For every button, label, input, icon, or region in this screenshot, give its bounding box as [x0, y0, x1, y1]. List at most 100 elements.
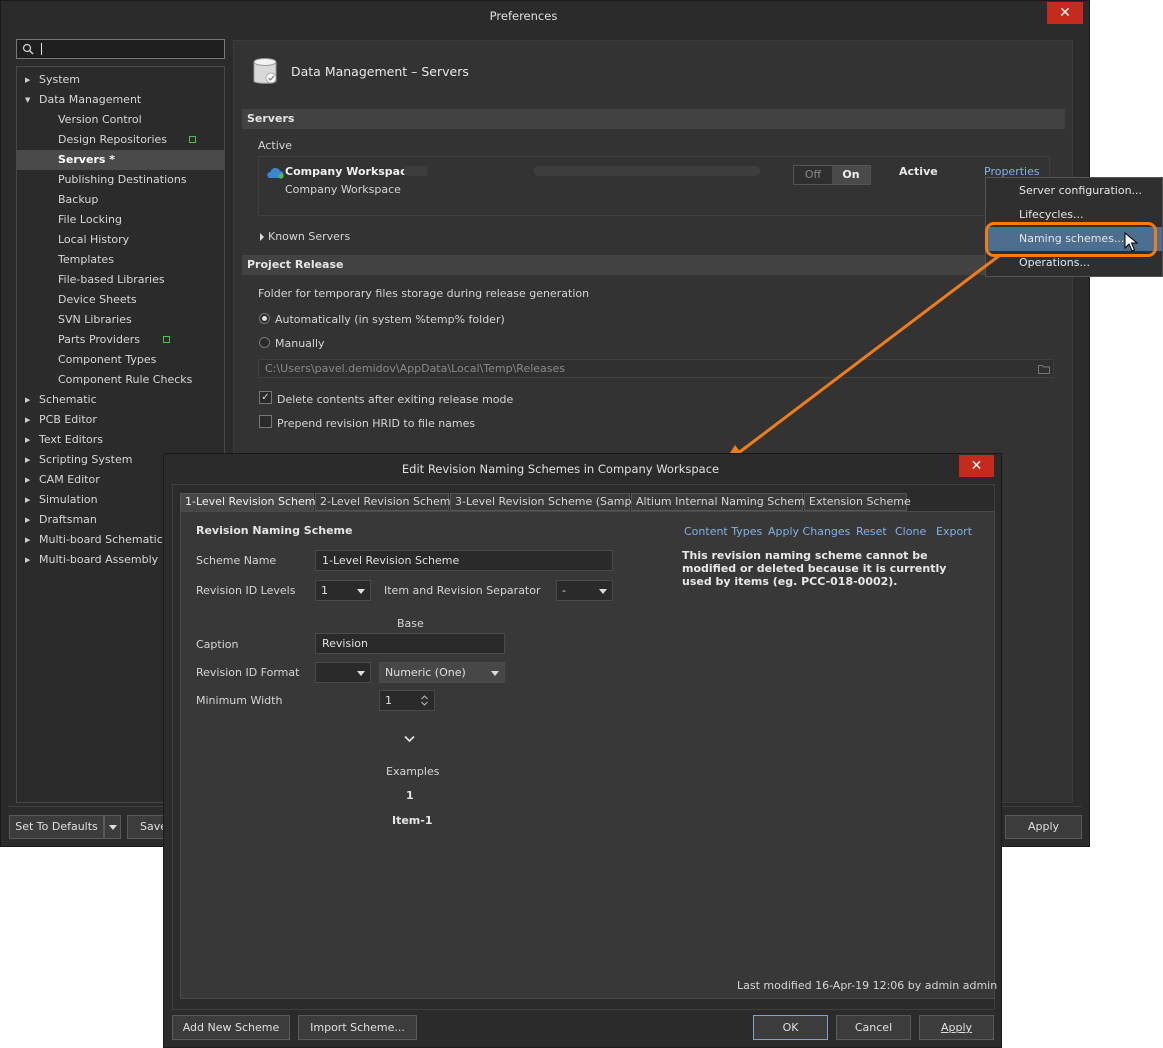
toggle-off[interactable]: Off — [794, 166, 832, 184]
tree-item-label: Design Repositories — [58, 133, 168, 146]
add-new-scheme-button[interactable]: Add New Scheme — [172, 1015, 290, 1040]
tree-item[interactable]: Templates — [17, 250, 224, 270]
tree-item[interactable]: ▶ System — [17, 70, 224, 90]
tree-item[interactable]: ▶ Schematic — [17, 390, 224, 410]
tree-item[interactable]: ▼ Data Management — [17, 90, 224, 110]
menu-item[interactable]: Server configuration... — [986, 179, 1162, 203]
collapsed-arrow-icon[interactable]: ▶ — [25, 510, 30, 530]
scheme-heading: Revision Naming Scheme — [196, 524, 353, 537]
tree-item-label: Parts Providers — [58, 333, 140, 346]
known-servers-toggle[interactable]: Known Servers — [268, 230, 350, 243]
scheme-tab[interactable]: Extension Scheme — [804, 493, 911, 511]
dialog-apply-button[interactable]: Apply — [919, 1015, 994, 1040]
connection-toggle[interactable]: Off On — [793, 165, 871, 185]
separator-value: - — [562, 584, 566, 597]
tree-item[interactable]: File Locking — [17, 210, 224, 230]
example-value-1: 1 — [406, 789, 414, 802]
tree-item-label: Scripting System — [39, 453, 133, 466]
collapsed-arrow-icon[interactable]: ▶ — [25, 430, 30, 450]
tree-item[interactable]: Publishing Destinations — [17, 170, 224, 190]
collapsed-arrow-icon[interactable]: ▶ — [25, 450, 30, 470]
format-prefix-select[interactable] — [315, 662, 371, 683]
chevron-down-icon — [357, 589, 365, 594]
collapsed-arrow-icon[interactable]: ▶ — [25, 70, 30, 90]
tree-item-label: Multi-board Assembly — [39, 553, 159, 566]
tree-item[interactable]: Servers * — [17, 150, 224, 170]
tree-item[interactable]: SVN Libraries — [17, 310, 224, 330]
tree-item[interactable]: Design Repositories — [17, 130, 224, 150]
scheme-tab[interactable]: 2-Level Revision Scheme — [315, 493, 457, 511]
mouse-cursor-icon — [1124, 232, 1138, 252]
prepend-hrid-checkbox[interactable] — [259, 415, 272, 428]
cancel-button[interactable]: Cancel — [836, 1015, 911, 1040]
cloud-icon — [267, 167, 284, 179]
delete-contents-checkbox[interactable]: ✓ — [259, 391, 272, 404]
format-select[interactable]: Numeric (One) — [379, 662, 505, 683]
preferences-apply-button[interactable]: Apply — [1005, 815, 1082, 839]
radio-manually[interactable] — [259, 337, 270, 348]
window-title: Preferences — [489, 9, 558, 23]
tree-item-label: Component Types — [58, 353, 157, 366]
set-to-defaults-button[interactable]: Set To Defaults — [9, 815, 104, 839]
tree-item[interactable]: ▶ PCB Editor — [17, 410, 224, 430]
chevron-down-icon — [491, 671, 499, 676]
content-types-link[interactable]: Content Types — [684, 525, 762, 538]
server-badge-icon — [163, 336, 170, 343]
expanded-arrow-icon[interactable]: ▼ — [25, 90, 30, 110]
scheme-tab[interactable]: 1-Level Revision Scheme — [180, 493, 322, 511]
scheme-name-input[interactable]: 1-Level Revision Scheme — [315, 550, 613, 571]
example-value-2: Item-1 — [392, 814, 433, 827]
scheme-name-label: Scheme Name — [196, 554, 277, 567]
radio-automatically[interactable] — [259, 313, 270, 324]
tree-item[interactable]: Parts Providers — [17, 330, 224, 350]
scheme-tab[interactable]: 3-Level Revision Scheme (Sample) — [450, 493, 646, 511]
search-input[interactable] — [45, 41, 215, 57]
collapsed-arrow-icon[interactable]: ▶ — [25, 550, 30, 570]
base-column-header: Base — [397, 617, 424, 630]
tree-item[interactable]: Local History — [17, 230, 224, 250]
ok-button[interactable]: OK — [753, 1015, 828, 1040]
revision-id-levels-select[interactable]: 1 — [315, 580, 371, 601]
tree-item-label: Backup — [58, 193, 99, 206]
collapsed-arrow-icon[interactable]: ▶ — [25, 410, 30, 430]
search-field[interactable] — [16, 39, 225, 59]
collapsed-arrow-icon[interactable]: ▶ — [25, 470, 30, 490]
chevron-right-icon[interactable] — [260, 233, 264, 241]
server-badge-icon — [189, 136, 197, 143]
tree-item-label: Data Management — [39, 93, 142, 106]
spinner-arrows-icon[interactable] — [420, 694, 429, 707]
radio-automatically-label: Automatically (in system %temp% folder) — [275, 313, 505, 326]
tree-item[interactable]: ▶ Text Editors — [17, 430, 224, 450]
tree-item-label: Text Editors — [39, 433, 104, 446]
defaults-dropdown-button[interactable] — [104, 815, 121, 839]
collapsed-arrow-icon[interactable]: ▶ — [25, 490, 30, 510]
reset-link[interactable]: Reset — [856, 525, 887, 538]
temp-folder-label: Folder for temporary files storage durin… — [258, 287, 590, 300]
tree-item[interactable]: Component Types — [17, 350, 224, 370]
tree-item-label: Templates — [58, 253, 114, 266]
import-scheme-button[interactable]: Import Scheme... — [298, 1015, 417, 1040]
scheme-tab[interactable]: Altium Internal Naming Scheme — [631, 493, 811, 511]
close-icon[interactable]: ✕ — [1047, 2, 1083, 24]
tree-item[interactable]: Backup — [17, 190, 224, 210]
export-link[interactable]: Export — [936, 525, 972, 538]
apply-changes-link[interactable]: Apply Changes — [768, 525, 850, 538]
format-value: Numeric (One) — [385, 666, 466, 679]
dialog-close-icon[interactable]: ✕ — [959, 455, 994, 477]
workspace-name: Company Workspace — [285, 165, 415, 178]
clone-link[interactable]: Clone — [895, 525, 926, 538]
tree-item[interactable]: Device Sheets — [17, 290, 224, 310]
collapsed-arrow-icon[interactable]: ▶ — [25, 390, 30, 410]
separator-select[interactable]: - — [556, 580, 613, 601]
tree-item[interactable]: Component Rule Checks — [17, 370, 224, 390]
last-modified-text: Last modified 16-Apr-19 12:06 by admin a… — [737, 979, 998, 992]
expand-chevron-icon[interactable] — [404, 735, 415, 743]
notice-text: This revision naming scheme cannot be mo… — [682, 549, 947, 588]
tree-item-label: PCB Editor — [39, 413, 97, 426]
caption-input[interactable]: Revision — [315, 633, 505, 654]
tree-item[interactable]: File-based Libraries — [17, 270, 224, 290]
tree-item[interactable]: Version Control — [17, 110, 224, 130]
collapsed-arrow-icon[interactable]: ▶ — [25, 530, 30, 550]
toggle-on[interactable]: On — [832, 166, 870, 184]
minimum-width-spinner[interactable]: 1 — [379, 690, 435, 711]
